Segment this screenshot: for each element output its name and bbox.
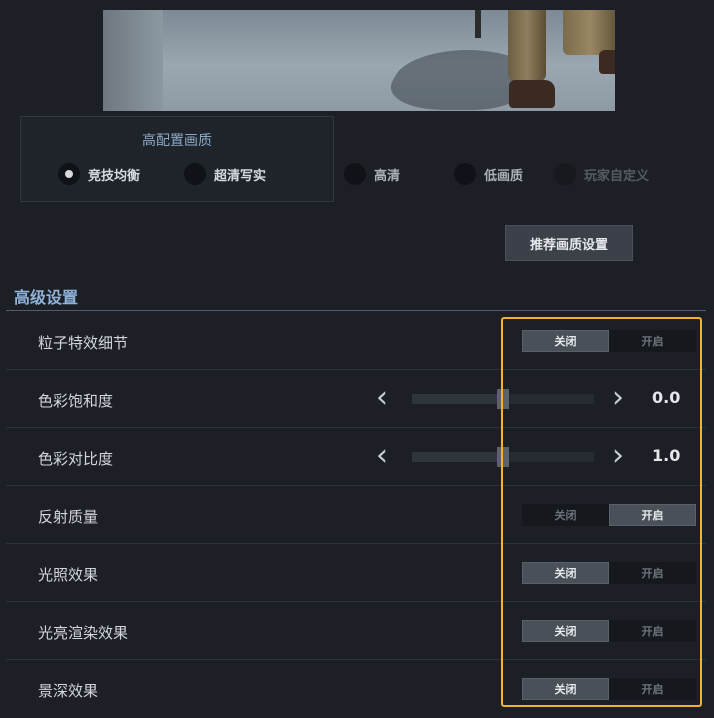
recommend-quality-button[interactable]: 推荐画质设置 (505, 225, 633, 261)
contrast-slider-track[interactable] (412, 447, 594, 467)
setting-row-reflection-quality: 反射质量 关闭 开启 (6, 486, 706, 544)
setting-row-contrast: 色彩对比度 ‹ › 1.0 (6, 428, 706, 486)
radio-unselected-icon (344, 163, 366, 185)
setting-label: 色彩对比度 (38, 450, 114, 468)
toggle-off-option[interactable]: 关闭 (522, 330, 609, 352)
chevron-left-icon[interactable]: ‹ (372, 441, 392, 472)
setting-label: 光亮渲染效果 (38, 624, 129, 642)
radio-selected-icon (58, 163, 80, 185)
toggle-on-option[interactable]: 开启 (609, 620, 696, 642)
preset-option-label: 低画质 (484, 168, 524, 184)
setting-row-particle-detail: 粒子特效细节 关闭 开启 (6, 312, 706, 370)
saturation-value: 0.0 (652, 388, 681, 407)
contrast-value: 1.0 (652, 446, 681, 465)
toggle-off-option[interactable]: 关闭 (522, 678, 609, 700)
slider-thumb[interactable] (497, 447, 509, 467)
setting-row-bloom: 光亮渲染效果 关闭 开启 (6, 602, 706, 660)
toggle-off-option[interactable]: 关闭 (522, 504, 609, 526)
toggle-off-option[interactable]: 关闭 (522, 620, 609, 642)
background-decor (338, 226, 345, 250)
setting-label: 粒子特效细节 (38, 334, 129, 352)
toggle-on-option[interactable]: 开启 (609, 562, 696, 584)
preset-option-label: 竞技均衡 (88, 168, 141, 184)
toggle-off-option[interactable]: 关闭 (522, 562, 609, 584)
radio-unselected-icon (184, 163, 206, 185)
setting-label: 光照效果 (38, 566, 99, 584)
radio-unselected-icon (554, 163, 576, 185)
preset-option-hd[interactable]: 高清 (344, 162, 400, 186)
saturation-slider-track[interactable] (412, 389, 594, 409)
preset-option-label: 玩家自定义 (584, 168, 650, 184)
chevron-left-icon[interactable]: ‹ (372, 383, 392, 414)
quality-preset-title: 高配置画质 (142, 133, 212, 149)
preset-option-custom[interactable]: 玩家自定义 (554, 162, 649, 186)
setting-label: 色彩饱和度 (38, 392, 114, 410)
quality-preset-panel: 高配置画质 (20, 116, 334, 202)
setting-row-saturation: 色彩饱和度 ‹ › 0.0 (6, 370, 706, 428)
slider-fill (412, 394, 503, 404)
preset-option-label: 高清 (374, 168, 401, 184)
lighting-toggle[interactable]: 关闭 开启 (522, 562, 696, 584)
divider (6, 310, 706, 311)
radio-unselected-icon (454, 163, 476, 185)
depth-of-field-toggle[interactable]: 关闭 开启 (522, 678, 696, 700)
preset-option-ultra-realistic[interactable]: 超清写实 (184, 162, 266, 186)
setting-label: 景深效果 (38, 682, 99, 700)
graphics-preview-image (103, 10, 615, 111)
preset-option-low[interactable]: 低画质 (454, 162, 523, 186)
setting-row-depth-of-field: 景深效果 关闭 开启 (6, 660, 706, 718)
setting-row-lighting: 光照效果 关闭 开启 (6, 544, 706, 602)
preset-option-label: 超清写实 (214, 168, 267, 184)
particle-detail-toggle[interactable]: 关闭 开启 (522, 330, 696, 352)
slider-thumb[interactable] (497, 389, 509, 409)
preset-option-competitive-balance[interactable]: 竞技均衡 (58, 162, 140, 186)
slider-fill (412, 452, 503, 462)
setting-label: 反射质量 (38, 508, 99, 526)
chevron-right-icon[interactable]: › (608, 441, 628, 472)
toggle-on-option[interactable]: 开启 (609, 678, 696, 700)
toggle-on-option[interactable]: 开启 (609, 504, 696, 526)
chevron-right-icon[interactable]: › (608, 383, 628, 414)
reflection-quality-toggle[interactable]: 关闭 开启 (522, 504, 696, 526)
advanced-settings-title: 高级设置 (14, 288, 79, 307)
toggle-on-option[interactable]: 开启 (609, 330, 696, 352)
bloom-toggle[interactable]: 关闭 开启 (522, 620, 696, 642)
